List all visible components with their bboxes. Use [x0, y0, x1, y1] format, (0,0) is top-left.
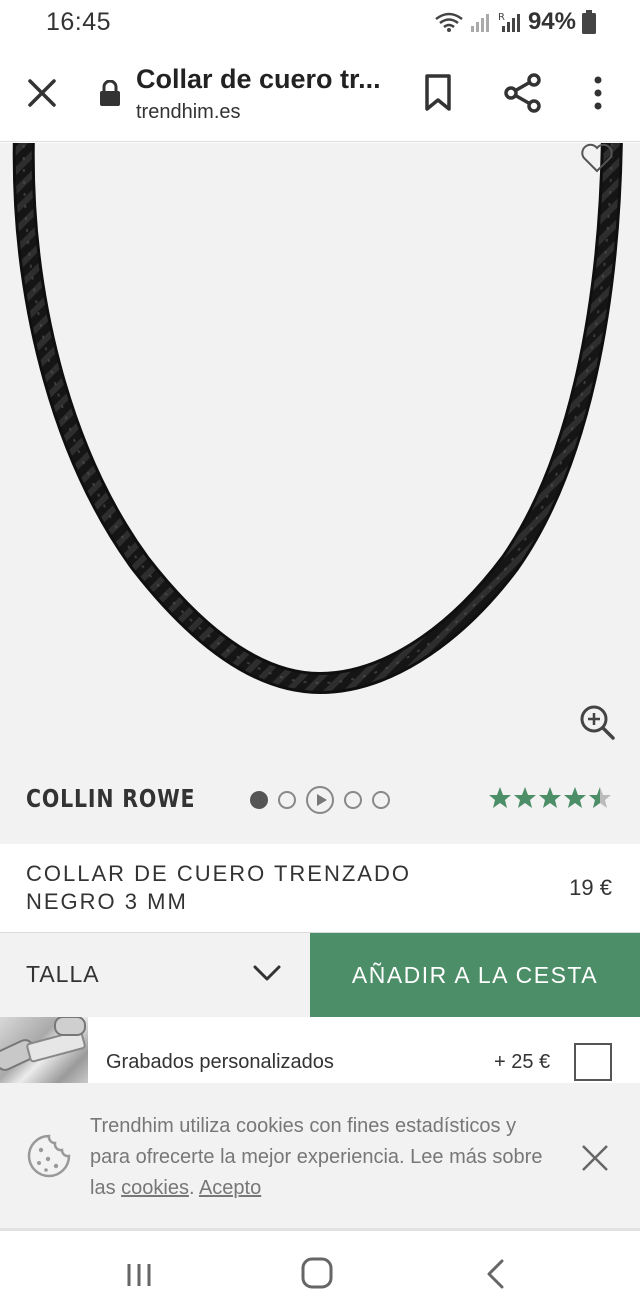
cookie-banner: Trendhim utiliza cookies con fines estad… — [0, 1083, 640, 1231]
recent-apps-icon[interactable] — [124, 1262, 154, 1288]
more-menu-icon[interactable] — [586, 73, 610, 113]
star-icon — [564, 787, 586, 808]
page-title: Collar de cuero tr... — [136, 64, 381, 94]
engraving-option: Grabados personalizados + 25 € — [0, 1017, 640, 1083]
back-icon[interactable] — [484, 1258, 506, 1290]
gallery-pagination — [250, 786, 390, 814]
engraving-thumbnail — [0, 1017, 88, 1083]
rating-stars[interactable] — [488, 786, 612, 810]
wifi-icon — [435, 12, 463, 32]
engraving-label: Grabados personalizados — [106, 1051, 334, 1073]
page-url[interactable]: trendhim.es — [136, 101, 241, 124]
close-tab-button[interactable] — [26, 77, 58, 109]
add-to-cart-button[interactable]: AÑADIR A LA CESTA — [310, 933, 640, 1017]
brand-row: COLLIN ROWE — [0, 770, 640, 844]
star-icon — [514, 787, 536, 808]
share-icon[interactable] — [504, 73, 542, 113]
product-info: COLLAR DE CUERO TRENZADO NEGRO 3 MM 19 € — [0, 844, 640, 932]
lock-icon — [100, 80, 120, 106]
system-nav-bar — [0, 1232, 640, 1316]
purchase-row: TALLA AÑADIR A LA CESTA — [0, 932, 640, 1017]
product-price: 19 € — [569, 875, 612, 900]
brand-name[interactable]: COLLIN ROWE — [26, 784, 195, 813]
half-star-icon — [589, 787, 611, 808]
home-icon[interactable] — [300, 1256, 334, 1290]
battery-percent: 94% — [527, 8, 576, 35]
size-select[interactable]: TALLA — [0, 933, 310, 1017]
star-icon — [489, 787, 511, 808]
status-bar: 16:45 R 94% — [0, 0, 640, 44]
size-select-label: TALLA — [26, 961, 100, 987]
gallery-dot[interactable] — [250, 791, 268, 809]
status-icons: R 94% — [434, 8, 596, 36]
cookie-icon — [27, 1134, 71, 1178]
braided-necklace-image — [12, 143, 623, 695]
gallery-dot[interactable] — [278, 791, 296, 809]
signal-icon — [470, 14, 489, 32]
heart-icon[interactable] — [580, 143, 614, 173]
chevron-down-icon — [253, 965, 281, 981]
cookie-message-separator: . — [188, 1177, 199, 1199]
bookmark-icon[interactable] — [422, 73, 454, 113]
cookie-message: Trendhim utiliza cookies con fines estad… — [90, 1111, 560, 1204]
gallery-video-dot[interactable] — [306, 786, 334, 814]
engraving-price: + 25 € — [494, 1051, 551, 1073]
status-time: 16:45 — [46, 8, 112, 36]
accept-cookies-link[interactable]: Acepto — [199, 1177, 261, 1199]
chain-bracelet-image — [0, 1017, 86, 1071]
zoom-in-icon[interactable] — [578, 703, 616, 741]
gallery-dot[interactable] — [344, 791, 362, 809]
product-image[interactable] — [0, 143, 640, 770]
cookies-link[interactable]: cookies — [121, 1177, 189, 1199]
engraving-checkbox[interactable] — [574, 1043, 612, 1081]
product-name: COLLAR DE CUERO TRENZADO NEGRO 3 MM — [26, 861, 411, 914]
browser-toolbar: Collar de cuero tr... trendhim.es — [0, 44, 640, 142]
star-icon — [539, 787, 561, 808]
svg-text:R: R — [498, 12, 505, 23]
signal-roaming-icon: R — [498, 12, 520, 32]
close-icon[interactable] — [580, 1143, 610, 1173]
battery-icon — [582, 10, 596, 34]
gallery-dot[interactable] — [372, 791, 390, 809]
